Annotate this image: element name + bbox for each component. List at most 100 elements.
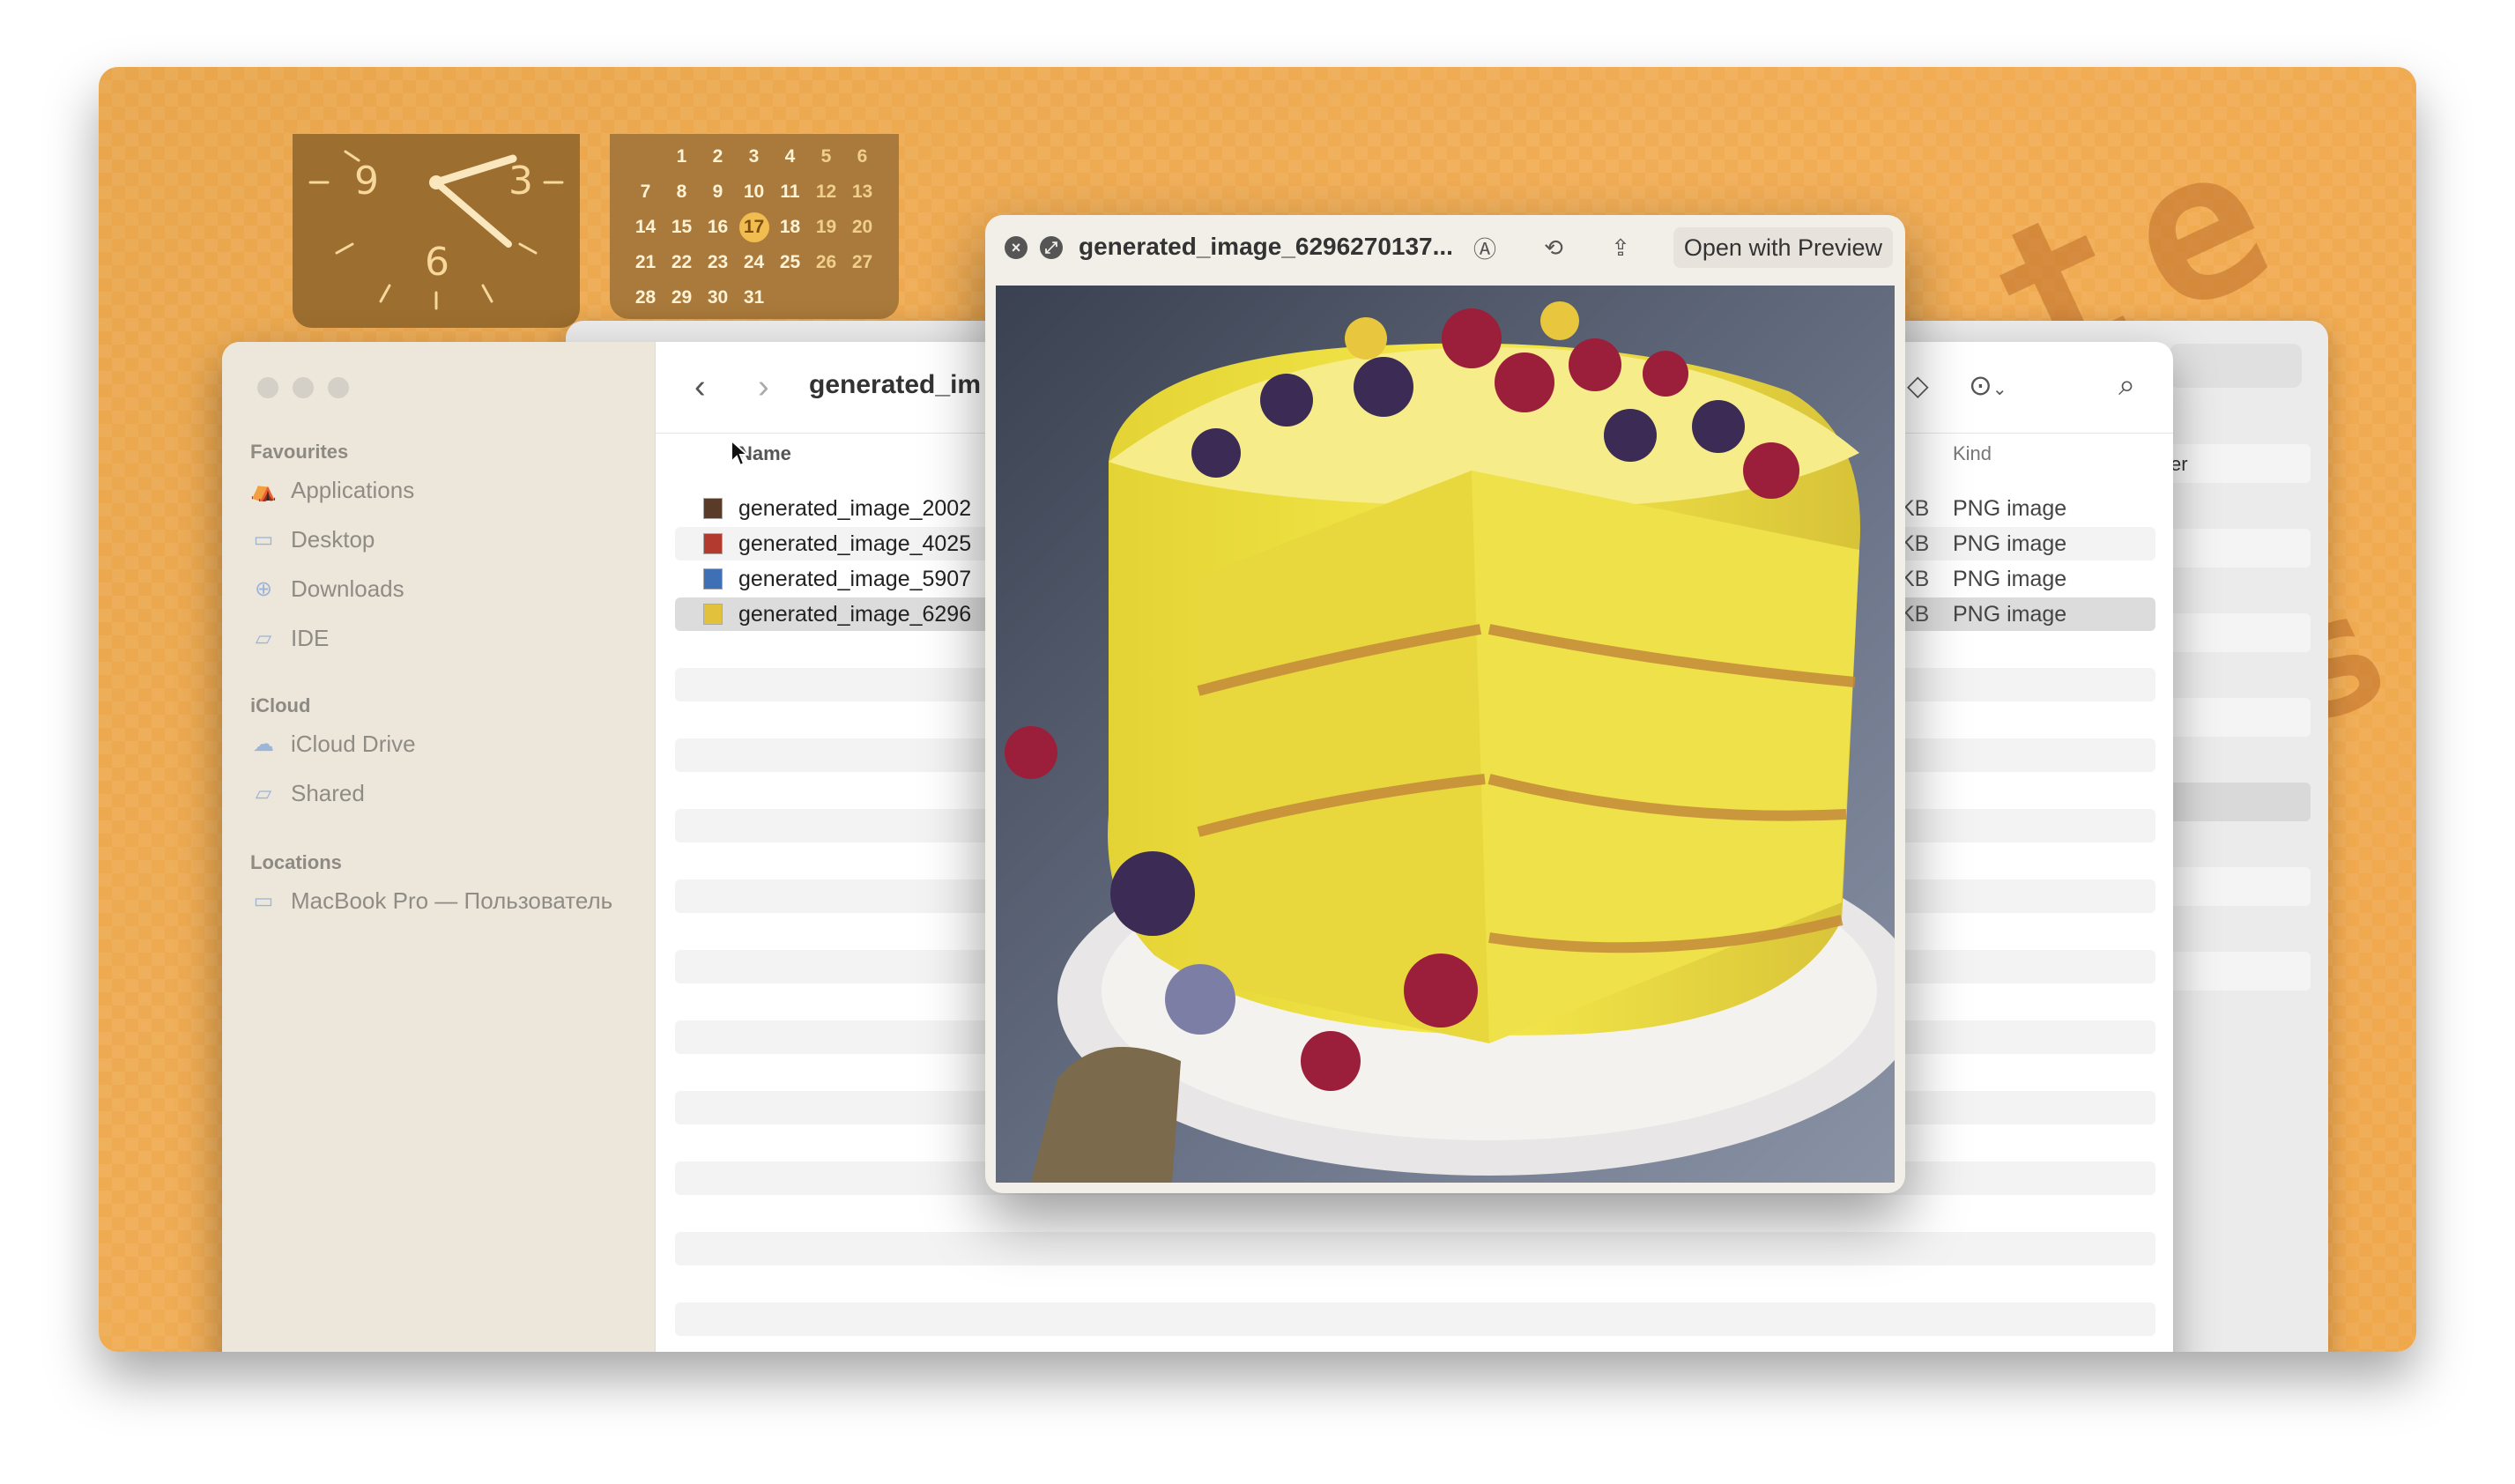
minimize-window-button[interactable] — [293, 377, 314, 398]
clock-numeral-3: 3 — [508, 159, 533, 204]
background-list: ver — [2152, 444, 2311, 1036]
image-thumbnail-icon — [703, 568, 723, 590]
file-name: generated_image_5907 — [738, 566, 972, 591]
cake-painting — [996, 286, 1895, 1183]
background-row[interactable] — [2152, 613, 2311, 652]
calendar-day — [627, 139, 664, 174]
desktop: te s 9 3 6 1 2 3 4 5 6 7 8 9 10 11 12 13 14 15 16 17 18 19… — [99, 67, 2416, 1352]
markup-icon[interactable]: Ⓐ — [1470, 233, 1500, 263]
share-icon[interactable]: ⇪ — [1606, 233, 1636, 263]
calendar-day: 16 — [707, 217, 729, 237]
clock-numeral-9: 9 — [354, 159, 379, 204]
calendar-day: 30 — [707, 287, 729, 308]
calendar-day: 10 — [743, 182, 765, 202]
sidebar-item-label: Shared — [291, 779, 365, 806]
forward-button[interactable]: › — [758, 368, 769, 406]
file-kind: PNG image — [1953, 495, 2067, 521]
calendar-day: 24 — [743, 252, 765, 272]
clock-center — [429, 175, 443, 189]
calendar-day: 14 — [634, 217, 657, 237]
sidebar-section-locations: Locations — [250, 851, 342, 873]
close-window-button[interactable] — [257, 377, 278, 398]
column-header-kind[interactable]: Kind — [1953, 442, 1992, 465]
ellipsis-circle-icon: ⊙ — [1969, 369, 1992, 401]
background-search-field[interactable] — [2170, 344, 2302, 388]
calendar-day: 21 — [634, 252, 657, 272]
sidebar-item-ide[interactable]: ▱ IDE — [250, 619, 330, 657]
quicklook-title: generated_image_6296270137... — [1079, 233, 1453, 260]
file-name: generated_image_4025 — [738, 531, 972, 556]
sidebar-item-label: IDE — [291, 624, 330, 651]
sidebar-item-desktop[interactable]: ▭ Desktop — [250, 520, 375, 559]
rotate-icon[interactable]: ⟲ — [1539, 233, 1569, 263]
quicklook-titlebar: × ⤢ generated_image_6296270137... Ⓐ ⟲ ⇪ … — [985, 215, 1905, 280]
calendar-day: 26 — [815, 252, 837, 272]
calendar-day: 5 — [820, 146, 832, 167]
calendar-day: 12 — [815, 182, 837, 202]
calendar-day: 8 — [676, 182, 687, 202]
background-row[interactable] — [2152, 698, 2311, 737]
open-with-preview-button[interactable]: Open with Preview — [1673, 227, 1893, 268]
folder-title: generated_im — [809, 370, 982, 399]
back-button[interactable]: ‹ — [694, 368, 706, 406]
calendar-day: 1 — [676, 146, 687, 167]
calendar-day: 20 — [851, 217, 873, 237]
background-row[interactable]: ver — [2152, 444, 2311, 483]
calendar-day: 23 — [707, 252, 729, 272]
calendar-day: 18 — [779, 217, 801, 237]
laptop-icon: ▭ — [253, 888, 274, 913]
image-thumbnail-icon — [703, 498, 723, 519]
calendar-today: 17 — [736, 210, 772, 245]
calendar-day: 9 — [712, 182, 723, 202]
file-name: generated_image_2002 — [738, 495, 972, 521]
calendar-day: 11 — [780, 182, 800, 202]
calendar-day: 6 — [857, 146, 868, 167]
sidebar-item-macbook[interactable]: ▭ MacBook Pro — Пользователь — [250, 881, 613, 920]
shared-folder-icon: ▱ — [255, 781, 272, 805]
calendar-day: 22 — [671, 252, 693, 272]
sidebar-item-label: iCloud Drive — [291, 730, 416, 757]
calendar-day: 13 — [851, 182, 873, 202]
close-icon[interactable]: × — [1005, 236, 1028, 259]
empty-row — [675, 1302, 2155, 1336]
calendar-day: 4 — [784, 146, 796, 167]
sidebar-item-icloud-drive[interactable]: ☁ iCloud Drive — [250, 724, 416, 763]
cloud-icon: ☁ — [253, 731, 274, 756]
background-row[interactable] — [2152, 867, 2311, 906]
calendar-day: 31 — [743, 287, 765, 308]
clock-numeral-6: 6 — [425, 240, 449, 285]
fullscreen-icon[interactable]: ⤢ — [1040, 236, 1063, 259]
quicklook-panel[interactable]: × ⤢ generated_image_6296270137... Ⓐ ⟲ ⇪ … — [985, 215, 1905, 1193]
image-thumbnail-icon — [703, 533, 723, 554]
calendar-day: 28 — [634, 287, 657, 308]
calendar-day: 27 — [851, 252, 873, 272]
sidebar-item-downloads[interactable]: ⊕ Downloads — [250, 569, 404, 608]
calendar-day: 29 — [671, 287, 693, 308]
calendar-day — [772, 280, 808, 315]
background-row-selected[interactable] — [2152, 783, 2311, 821]
sidebar-item-shared[interactable]: ▱ Shared — [250, 774, 365, 812]
finder-sidebar: Favourites ⛺ Applications ▭ Desktop ⊕ Downl… — [222, 342, 656, 1352]
chevron-right-icon: › — [758, 368, 769, 405]
cake-image-preview — [996, 286, 1895, 1183]
sidebar-item-label: Desktop — [291, 525, 375, 553]
zoom-window-button[interactable] — [328, 377, 349, 398]
chevron-down-icon: ⌄ — [1992, 380, 2007, 399]
clock-hour-hand — [432, 154, 517, 187]
tag-button[interactable]: ◇ — [1907, 368, 1929, 402]
mouse-cursor — [731, 439, 749, 467]
downloads-icon: ⊕ — [254, 576, 273, 601]
sidebar-item-applications[interactable]: ⛺ Applications — [250, 471, 414, 509]
background-row[interactable] — [2152, 952, 2311, 991]
calendar-grid: 1 2 3 4 5 6 7 8 9 10 11 12 13 14 15 16 17 18 19 20 21 22 23 24 2… — [627, 139, 880, 315]
clock-minute-hand — [433, 179, 512, 248]
background-row[interactable] — [2152, 529, 2311, 568]
search-button[interactable]: ⌕ — [2118, 368, 2135, 403]
file-kind: PNG image — [1953, 531, 2067, 556]
calendar-widget[interactable]: 1 2 3 4 5 6 7 8 9 10 11 12 13 14 15 16 17 18 19 20 21 22 23 24 2… — [610, 134, 899, 319]
empty-row — [675, 1232, 2155, 1265]
more-actions-button[interactable]: ⊙⌄ — [1969, 368, 2007, 402]
search-icon: ⌕ — [2118, 368, 2136, 402]
folder-icon: ▱ — [255, 626, 272, 650]
clock-widget[interactable]: 9 3 6 — [293, 134, 580, 328]
